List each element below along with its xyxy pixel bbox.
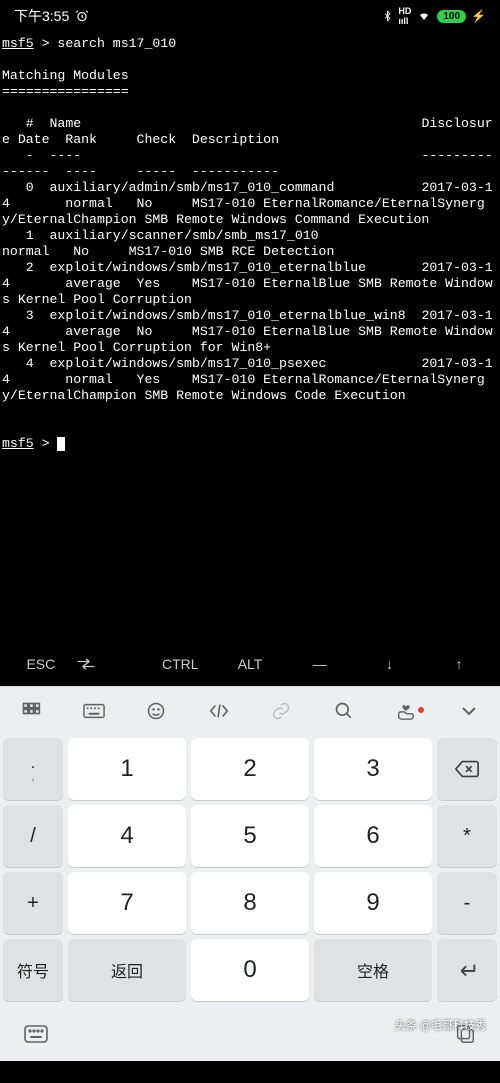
col-header: # Name Disclosure Date Rank Check Descri…	[2, 116, 493, 147]
result-row-0: 0 auxiliary/admin/smb/ms17_010_command 2…	[2, 180, 493, 227]
emoji-icon[interactable]	[125, 701, 188, 721]
backspace-key[interactable]	[437, 738, 497, 800]
back-key[interactable]: 返回	[68, 939, 186, 1001]
numeric-keyboard: . , 1 2 3 / 4 5 6 * + 7 8 9 - 符号 返回 0 空格	[0, 734, 500, 1007]
keyboard-layout-icon[interactable]	[63, 703, 126, 719]
keyboard-switch-icon[interactable]	[24, 1024, 48, 1044]
ctrl-key[interactable]: CTRL	[145, 646, 215, 682]
punct-key-minus[interactable]: -	[437, 872, 497, 934]
battery-indicator: 100	[437, 10, 466, 23]
key-6[interactable]: 6	[314, 805, 432, 867]
search-icon[interactable]	[313, 701, 376, 721]
charging-icon: ⚡	[471, 9, 486, 23]
watermark-text: 头条 @毛哥科技秀	[395, 1017, 486, 1033]
key-7[interactable]: 7	[68, 872, 186, 934]
key-1[interactable]: 1	[68, 738, 186, 800]
command-1: search ms17_010	[57, 36, 176, 51]
punct-key-dot-comma[interactable]: . ,	[3, 738, 63, 800]
code-icon[interactable]	[188, 703, 251, 719]
key-8[interactable]: 8	[191, 872, 309, 934]
punct-key-plus[interactable]: +	[3, 872, 63, 934]
link-icon[interactable]	[250, 701, 313, 721]
punct-key-star[interactable]: *	[437, 805, 497, 867]
alarm-icon	[75, 9, 89, 23]
key-4[interactable]: 4	[68, 805, 186, 867]
key-9[interactable]: 9	[314, 872, 432, 934]
terminal-extra-keys: ESC CTRL ALT — ↓ ↑	[0, 642, 500, 686]
punct-key-slash[interactable]: /	[3, 805, 63, 867]
signal-hd-icon: HDııll	[398, 6, 411, 26]
key-2[interactable]: 2	[191, 738, 309, 800]
notification-dot	[418, 707, 424, 713]
heart-hand-icon[interactable]	[375, 701, 438, 721]
collapse-icon[interactable]	[438, 706, 500, 716]
ime-toolbar	[0, 686, 500, 734]
wifi-icon	[416, 10, 432, 22]
enter-key[interactable]	[437, 939, 497, 1001]
grid-icon[interactable]	[0, 701, 63, 721]
key-0[interactable]: 0	[191, 939, 309, 1001]
result-row-2: 2 exploit/windows/smb/ms17_010_eternalbl…	[2, 260, 493, 307]
status-bar: 下午3:55 HDııll 100 ⚡	[0, 0, 500, 32]
tab-key[interactable]	[76, 647, 146, 681]
alt-key[interactable]: ALT	[215, 646, 285, 682]
symbols-key[interactable]: 符号	[3, 939, 63, 1001]
down-key[interactable]: ↓	[355, 646, 425, 682]
prompt-2: msf5	[2, 436, 34, 451]
space-key[interactable]: 空格	[314, 939, 432, 1001]
esc-key[interactable]: ESC	[6, 646, 76, 682]
terminal-cursor[interactable]	[57, 437, 65, 451]
bottom-bar	[0, 1007, 500, 1061]
prompt-1: msf5	[2, 36, 34, 51]
bluetooth-icon	[382, 9, 393, 23]
matching-heading: Matching Modules	[2, 68, 129, 83]
up-key[interactable]: ↑	[424, 646, 494, 682]
dash-key[interactable]: —	[285, 646, 355, 682]
status-time: 下午3:55	[14, 6, 69, 26]
result-row-1: 1 auxiliary/scanner/smb/smb_ms17_010 nor…	[2, 228, 500, 259]
key-5[interactable]: 5	[191, 805, 309, 867]
result-row-3: 3 exploit/windows/smb/ms17_010_eternalbl…	[2, 308, 493, 355]
terminal-output[interactable]: msf5 > search ms17_010 Matching Modules …	[0, 32, 500, 642]
result-row-4: 4 exploit/windows/smb/ms17_010_psexec 20…	[2, 356, 493, 403]
key-3[interactable]: 3	[314, 738, 432, 800]
